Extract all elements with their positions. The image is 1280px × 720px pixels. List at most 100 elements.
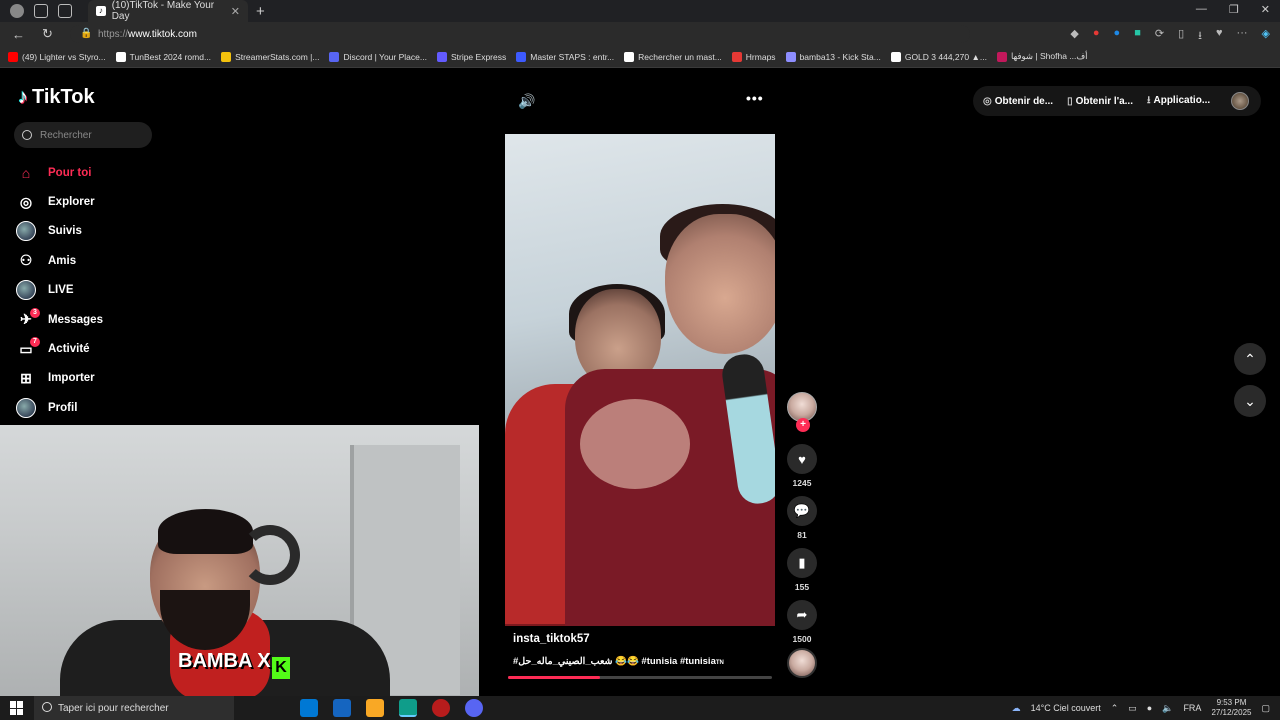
more-menu-icon[interactable]: ··· <box>1237 27 1248 46</box>
browser-tab-tiktok[interactable]: ♪ (10)TikTok - Make Your Day ✕ <box>88 0 248 22</box>
sidebar-item-suivis[interactable]: Suivis <box>16 217 176 246</box>
workspaces-icon[interactable] <box>34 4 48 18</box>
taskbar-apps <box>300 699 483 717</box>
get-app-button[interactable]: ▯ Obtenir l'a... <box>1067 96 1133 107</box>
follow-plus-icon[interactable]: + <box>796 418 810 432</box>
more-options-icon[interactable]: ••• <box>746 90 764 106</box>
extension-1-icon[interactable]: ◆ <box>1070 27 1078 46</box>
sidebar-item-amis[interactable]: ⚇ Amis <box>16 246 176 275</box>
sidebar-item-activit[interactable]: ▭ 7 Activité <box>16 334 176 363</box>
obs-icon[interactable] <box>432 699 450 717</box>
volume-tray-icon[interactable]: 🔈 <box>1162 703 1173 714</box>
clock[interactable]: 9:53 PM 27/12/2025 <box>1211 698 1251 718</box>
windows-taskbar: Taper ici pour rechercher ☁ 14°C Ciel co… <box>0 696 1280 720</box>
notifications-icon[interactable]: ▢ <box>1261 703 1270 714</box>
clock-date: 27/12/2025 <box>1211 708 1252 717</box>
like-action[interactable]: ♥ 1245 <box>787 444 817 488</box>
user-avatar[interactable] <box>1231 92 1249 110</box>
music-disc-avatar[interactable] <box>787 648 817 678</box>
bookmark-label: Hrmaps <box>745 51 776 62</box>
bookmark-item[interactable]: Hrmaps <box>731 51 776 62</box>
tiktok-logo[interactable]: ♪ TikTok <box>18 86 95 109</box>
sidebar-item-importer[interactable]: ⊞ Importer <box>16 364 176 393</box>
download-app-button[interactable]: ⭳ Applicatio... <box>1147 93 1210 110</box>
bookmark-item[interactable]: Rechercher un mast... <box>624 51 722 62</box>
maximize-button[interactable]: ❐ <box>1229 3 1239 16</box>
coin-icon: ◎ <box>983 95 992 107</box>
bookmark-item[interactable]: Master STAPS : entr... <box>516 51 614 62</box>
next-video-button[interactable]: ⌄ <box>1234 385 1266 417</box>
heart-icon[interactable]: ♥ <box>787 444 817 474</box>
upload-icon: ⊞ <box>20 369 32 386</box>
download-app-label: Applicatio... <box>1153 94 1211 106</box>
taskbar-search-icon <box>42 702 52 712</box>
comment-icon[interactable]: 💬 <box>787 496 817 526</box>
extensions-icon[interactable]: ⟳ <box>1155 27 1164 46</box>
video-progress-bar[interactable] <box>508 676 772 679</box>
share-action[interactable]: ➦ 1500 <box>787 600 817 644</box>
sidebar-item-live[interactable]: LIVE <box>16 276 176 305</box>
creator-avatar[interactable]: + <box>787 392 817 432</box>
save-action[interactable]: ▮ 155 <box>787 548 817 592</box>
bookmark-item[interactable]: Stripe Express <box>436 51 506 62</box>
bookmark-item[interactable]: bamba13 - Kick Sta... <box>785 51 881 62</box>
get-coins-button[interactable]: ◎ Obtenir de... <box>983 96 1053 107</box>
volume-icon[interactable]: 🔊 <box>518 93 535 110</box>
extension-2-icon[interactable]: ● <box>1093 27 1100 46</box>
video-author[interactable]: insta_tiktok57 <box>513 633 590 645</box>
sidebar-item-pourtoi[interactable]: ⌂ Pour toi <box>16 158 176 187</box>
sidebar-item-profil[interactable]: Profil <box>16 393 176 422</box>
bookmark-item[interactable]: (49) Lighter vs Styro... <box>8 51 106 62</box>
file-explorer-icon[interactable] <box>366 699 384 717</box>
bookmark-item[interactable]: GOLD 3 444,270 ▲... <box>890 51 987 62</box>
extension-4-icon[interactable]: ■ <box>1134 27 1141 46</box>
close-tab-icon[interactable]: ✕ <box>231 5 240 18</box>
sidebar-item-messages[interactable]: ✈ 3 Messages <box>16 305 176 334</box>
chevron-up-icon: ⌃ <box>1244 350 1256 367</box>
sidebar-item-label: Profil <box>48 401 78 414</box>
windows-start-icon[interactable] <box>10 701 24 715</box>
bookmark-item[interactable]: Discord | Your Place... <box>329 51 427 62</box>
extension-3-icon[interactable]: ● <box>1114 27 1121 46</box>
performance-icon[interactable]: ♥ <box>1216 27 1223 46</box>
share-icon[interactable]: ➦ <box>787 600 817 630</box>
webcam-person-hair <box>158 509 253 554</box>
friends-icon: ⚇ <box>19 252 33 269</box>
bookmark-label: GOLD 3 444,270 ▲... <box>904 51 987 62</box>
url-field[interactable]: 🔒 https://www.tiktok.com <box>70 25 970 43</box>
tray-overflow-icon[interactable]: ⌃ <box>1111 703 1119 714</box>
compass-icon: ◎ <box>19 193 33 210</box>
address-toolbar: ← ↻ 🔒 https://www.tiktok.com ◆ ● ● ■ ⟳ ▯… <box>0 22 1280 46</box>
comment-action[interactable]: 💬 81 <box>787 496 817 540</box>
refresh-button[interactable]: ↻ <box>42 26 60 42</box>
close-window-button[interactable]: ✕ <box>1261 3 1270 16</box>
edge-browser-icon[interactable] <box>399 699 417 717</box>
window-controls: — ❐ ✕ <box>1196 3 1270 16</box>
microphone-icon[interactable]: ● <box>1147 703 1152 713</box>
network-icon[interactable]: ▭ <box>1128 703 1137 714</box>
previous-video-button[interactable]: ⌃ <box>1234 343 1266 375</box>
bookmark-item[interactable]: TunBest 2024 romd... <box>115 51 211 62</box>
bookmark-item[interactable]: StreamerStats.com |... <box>221 51 319 62</box>
discord-icon[interactable] <box>465 699 483 717</box>
copilot-icon[interactable]: ◈ <box>1262 27 1270 46</box>
back-button[interactable]: ← <box>12 27 30 42</box>
bookmark-icon[interactable]: ▮ <box>787 548 817 578</box>
search-input[interactable]: Rechercher <box>14 122 152 148</box>
mail-icon[interactable] <box>333 699 351 717</box>
profile-icon[interactable] <box>10 4 24 18</box>
minimize-button[interactable]: — <box>1196 3 1207 16</box>
tiktok-note-icon: ♪ <box>18 86 28 108</box>
sidebar-item-explorer[interactable]: ◎ Explorer <box>16 187 176 216</box>
taskbar-search[interactable]: Taper ici pour rechercher <box>34 696 234 720</box>
new-tab-button[interactable]: + <box>256 3 265 20</box>
language-indicator[interactable]: FRA <box>1183 703 1201 713</box>
bookmark-item[interactable]: شوفها | Shofha ...أف <box>996 51 1088 62</box>
tab-actions-icon[interactable] <box>58 4 72 18</box>
split-screen-icon[interactable]: ▯ <box>1178 27 1184 46</box>
video-player[interactable] <box>505 134 775 626</box>
store-icon[interactable] <box>300 699 318 717</box>
downloads-icon[interactable]: ⭳ <box>1198 27 1202 46</box>
weather-text[interactable]: 14°C Ciel couvert <box>1031 703 1101 713</box>
weather-icon[interactable]: ☁ <box>1012 703 1021 714</box>
